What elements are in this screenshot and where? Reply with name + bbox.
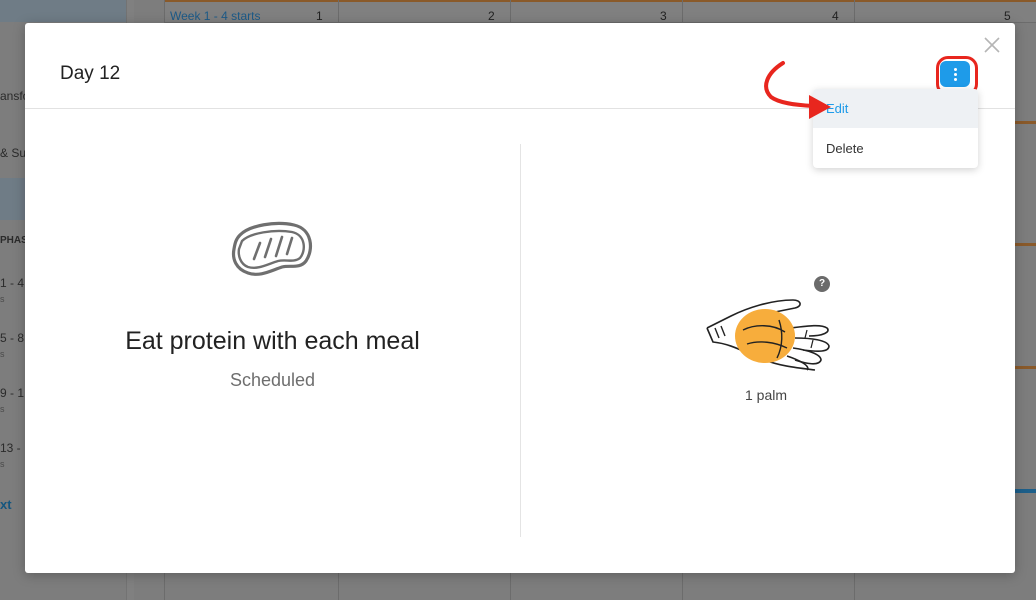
more-vertical-icon: [954, 68, 957, 71]
more-vertical-icon-dot: [954, 78, 957, 81]
calendar-week-label: Week 1 - 4 starts: [170, 9, 261, 23]
calendar-day-number: 1: [316, 9, 323, 23]
sidebar-top-bar: [0, 0, 126, 22]
day-detail-modal: Day 12 Edit Delete Eat protein with each…: [25, 23, 1015, 573]
sidebar-phase-sub: s: [0, 349, 5, 359]
palm-icon: [706, 299, 830, 371]
sidebar-phase-sub: s: [0, 404, 5, 414]
calendar-event-marker: [1014, 121, 1036, 124]
calendar-event-marker: [1014, 243, 1036, 246]
calendar-event-marker: [1014, 489, 1036, 493]
portion-panel: ? 1 palm: [521, 109, 1015, 573]
sidebar-item: & Su: [0, 146, 27, 160]
steak-icon: [231, 221, 313, 276]
sidebar-phase-sub: s: [0, 459, 5, 469]
more-options-button[interactable]: [940, 61, 970, 87]
sidebar-phase-item: 1 - 4: [0, 276, 25, 290]
calendar-day-number: 4: [832, 9, 839, 23]
more-vertical-icon-dot: [954, 73, 957, 76]
calendar-day-number: 3: [660, 9, 667, 23]
options-dropdown-menu: Edit Delete: [813, 89, 978, 168]
sidebar-phase-item: 5 - 8: [0, 331, 25, 345]
close-button[interactable]: [982, 35, 1002, 55]
sidebar-next-link: xt: [0, 497, 12, 512]
sidebar-phase-sub: s: [0, 294, 5, 304]
menu-item-edit[interactable]: Edit: [813, 89, 978, 128]
sidebar-phase-item: 13 -: [0, 441, 21, 455]
sidebar-phase-item: 9 - 1: [0, 386, 25, 400]
habit-status: Scheduled: [229, 370, 316, 390]
portion-label: 1 palm: [744, 387, 788, 403]
calendar-top-accent: [164, 0, 1036, 2]
close-icon: [984, 37, 1000, 53]
calendar-event-marker: [1014, 366, 1036, 369]
sidebar-phase-heading: PHAS: [0, 235, 28, 246]
menu-item-delete[interactable]: Delete: [813, 129, 978, 168]
habit-title: Eat protein with each meal: [125, 327, 420, 355]
calendar-header-row: [164, 0, 1036, 23]
calendar-day-number: 2: [488, 9, 495, 23]
calendar-day-number: 5: [1004, 9, 1011, 23]
modal-title: Day 12: [60, 63, 121, 84]
habit-panel: Eat protein with each meal Scheduled: [25, 109, 520, 573]
